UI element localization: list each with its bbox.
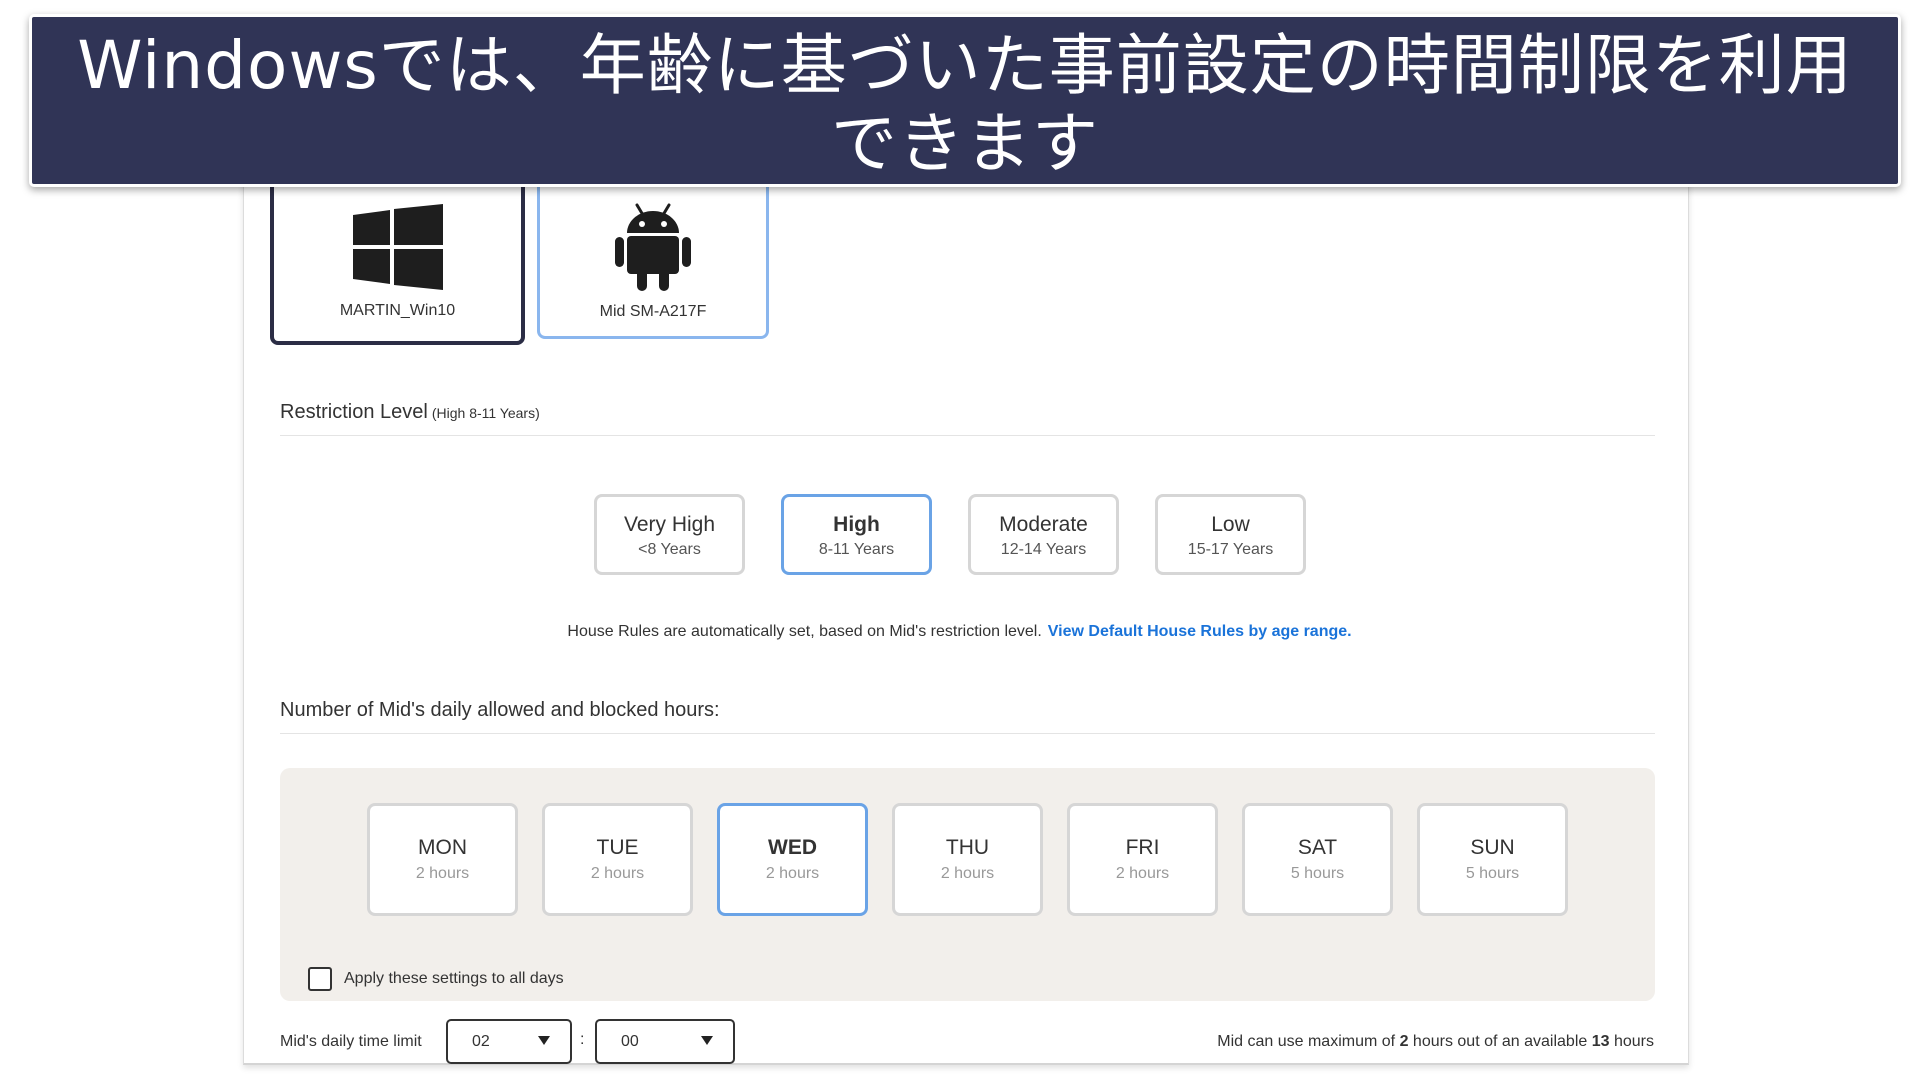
hours-select[interactable]: 02 [446,1019,572,1064]
android-robot-icon [615,203,691,291]
day-name: WED [768,836,817,859]
banner-line-2: できます [831,105,1099,182]
level-high-button[interactable]: High 8-11 Years [781,494,932,575]
view-default-house-rules-link[interactable]: View Default House Rules by age range. [1048,623,1352,640]
summary-total-hours: 13 [1591,1033,1610,1050]
day-tue-button[interactable]: TUE 2 hours [542,803,693,916]
device-name-windows: MARTIN_Win10 [339,302,456,319]
day-mon-button[interactable]: MON 2 hours [367,803,518,916]
caption-banner: Windowsでは、年齢に基づいた事前設定の時間制限を利用 できます [29,14,1901,187]
time-limit-summary: Mid can use maximum of 2 hours out of an… [1217,1033,1654,1051]
day-name: SUN [1470,836,1515,859]
apply-all-days-row[interactable]: Apply these settings to all days [308,967,564,991]
daily-hours-heading: Number of Mid's daily allowed and blocke… [280,699,720,721]
restriction-subtitle: (High 8-11 Years) [431,405,540,421]
day-sun-button[interactable]: SUN 5 hours [1417,803,1568,916]
divider [280,435,1655,436]
day-name: SAT [1297,836,1338,859]
divider [280,733,1655,734]
level-name: Moderate [999,513,1088,536]
hours-select-value: 02 [472,1033,490,1050]
device-name-android: Mid SM-A217F [599,303,707,320]
level-moderate-button[interactable]: Moderate 12-14 Years [968,494,1119,575]
daily-time-limit-label: Mid's daily time limit [280,1033,422,1050]
restriction-title: Restriction Level [280,401,428,423]
level-age: <8 Years [638,541,701,558]
day-hours: 5 hours [1290,865,1345,882]
summary-suffix: hours [1613,1033,1654,1050]
level-age: 15-17 Years [1187,541,1274,558]
day-hours: 2 hours [590,865,645,882]
summary-middle: hours out of an available [1412,1033,1588,1050]
day-name: MON [418,836,467,859]
day-hours: 2 hours [940,865,995,882]
day-fri-button[interactable]: FRI 2 hours [1067,803,1218,916]
day-name: FRI [1125,836,1160,859]
level-age: 12-14 Years [1000,541,1087,558]
day-sat-button[interactable]: SAT 5 hours [1242,803,1393,916]
level-name: High [833,513,880,536]
level-low-button[interactable]: Low 15-17 Years [1155,494,1306,575]
day-hours: 5 hours [1465,865,1520,882]
house-rules-info: House Rules are automatically set, based… [0,623,1919,641]
day-thu-button[interactable]: THU 2 hours [892,803,1043,916]
caret-down-icon [538,1036,550,1045]
minutes-select-value: 00 [621,1033,639,1050]
apply-all-days-label: Apply these settings to all days [344,970,564,987]
house-rules-text: House Rules are automatically set, based… [567,623,1042,640]
level-name: Low [1211,513,1250,536]
banner-line-1: Windowsでは、年齢に基づいた事前設定の時間制限を利用 [77,27,1853,104]
restriction-level-heading: Restriction Level (High 8-11 Years) [280,401,540,424]
day-wed-button[interactable]: WED 2 hours [717,803,868,916]
time-separator: : [580,1031,585,1048]
level-very-high-button[interactable]: Very High <8 Years [594,494,745,575]
apply-all-days-checkbox[interactable] [308,967,332,991]
minutes-select[interactable]: 00 [595,1019,735,1064]
level-name: Very High [623,513,716,536]
device-card-windows[interactable]: MARTIN_Win10 [270,160,525,345]
day-name: THU [945,836,990,859]
windows-logo-icon [352,204,443,290]
day-name: TUE [596,836,639,859]
caret-down-icon [701,1036,713,1045]
level-age: 8-11 Years [818,541,895,558]
summary-prefix: Mid can use maximum of [1217,1033,1396,1050]
day-hours: 2 hours [765,865,820,882]
day-hours: 2 hours [1115,865,1170,882]
day-hours: 2 hours [415,865,470,882]
summary-used-hours: 2 [1399,1033,1409,1050]
